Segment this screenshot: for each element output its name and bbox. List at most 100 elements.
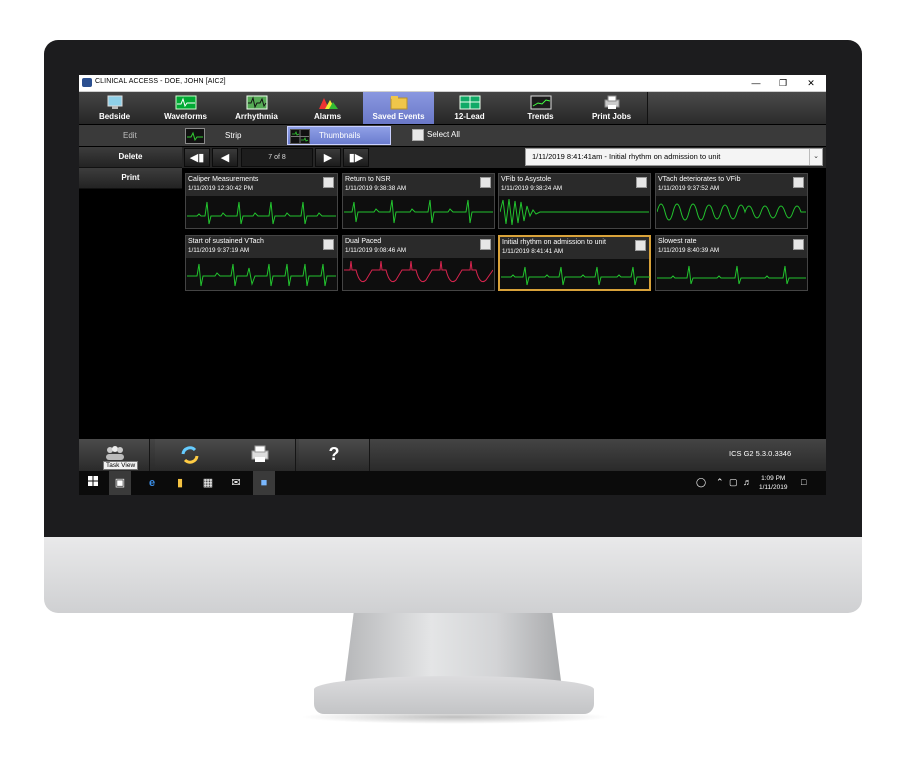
event-thumbnail[interactable]: Caliper Measurements 1/11/2019 12:30:42 P… [185,173,338,229]
toolbar-label: Print Jobs [591,112,632,121]
twelve-lead-icon [459,95,481,110]
event-thumbnail[interactable]: Dual Paced 1/11/2019 9:08:46 AM [342,235,495,291]
waveforms-icon [175,95,197,110]
file-explorer-button[interactable]: ▮ [169,471,191,495]
event-checkbox[interactable] [323,239,334,250]
network-icon[interactable]: ▢ [729,477,738,488]
ecg-waveform [657,265,806,285]
edge-browser-button[interactable]: e [141,471,163,495]
monitor-base [314,676,594,714]
minimize-button[interactable]: — [745,76,767,90]
event-title: VFib to Asystole [501,176,552,183]
event-thumbnail[interactable]: VFib to Asystole 1/11/2019 9:38:24 AM [498,173,651,229]
switch-button[interactable] [155,439,226,471]
toolbar-saved-events[interactable]: Saved Events [363,92,435,124]
thumbnails-icon [290,129,310,144]
clinical-access-taskbar-button[interactable]: ■ [253,471,275,495]
trends-icon [530,95,552,110]
print-jobs-button[interactable] [225,439,296,471]
folder-icon [390,96,408,110]
event-time: 1/11/2019 9:08:46 AM [345,247,407,254]
start-button[interactable] [82,471,104,495]
window-title: CLINICAL ACCESS - DOE, JOHN [AIC2] [95,78,226,85]
ecg-waveform [657,203,806,221]
toolbar-print-jobs[interactable]: Print Jobs [576,92,648,124]
thumbnails-view-button[interactable]: Thumbnails [287,126,391,145]
taskbar-clock[interactable]: 1:09 PM 1/11/2019 [759,474,787,492]
event-checkbox[interactable] [793,239,804,250]
chevron-up-icon[interactable]: ⌃ [716,477,724,488]
strip-view-button[interactable]: Strip [225,131,241,140]
monitor-icon [107,95,123,109]
volume-icon[interactable]: ♬ [743,477,752,487]
previous-page-button[interactable]: ◀ [212,148,238,167]
toolbar-label: 12-Lead [454,112,485,121]
first-page-button[interactable]: ◀▮ [184,148,210,167]
toolbar-arrhythmia[interactable]: Arrhythmia [221,92,293,124]
event-select-value: 1/11/2019 8:41:41am - Initial rhythm on … [532,152,721,161]
screen: CLINICAL ACCESS - DOE, JOHN [AIC2] — ❐ ✕… [79,75,826,495]
event-checkbox[interactable] [480,239,491,250]
event-thumbnail[interactable]: VTach deteriorates to VFib 1/11/2019 9:37… [655,173,808,229]
toolbar-trends[interactable]: Trends [505,92,577,124]
clock-date: 1/11/2019 [759,484,788,491]
event-time: 1/11/2019 9:38:38 AM [345,185,407,192]
close-button[interactable]: ✕ [800,76,822,90]
refresh-icon [181,446,199,464]
printer-icon [251,445,269,462]
help-button[interactable]: ? [299,439,370,471]
toolbar-12-lead[interactable]: 12-Lead [434,92,506,124]
select-all-checkbox[interactable] [412,129,424,141]
monitor-chin [44,537,862,613]
event-thumbnail[interactable]: Return to NSR 1/11/2019 9:38:38 AM [342,173,495,229]
ecg-waveform [187,201,336,225]
ecg-waveform [344,260,493,283]
monitor-neck [345,613,561,681]
task-view-taskbar-button[interactable]: ▣ [109,471,131,495]
people-tray-icon[interactable]: ◯ [696,477,706,488]
printer-icon [604,95,620,109]
ecg-waveform [187,263,336,287]
store-icon: ▦ [202,477,214,489]
last-page-icon: ▮▶ [348,152,364,164]
print-button[interactable]: Print [79,168,182,189]
event-thumbnail[interactable]: Slowest rate 1/11/2019 8:40:39 AM [655,235,808,291]
event-checkbox[interactable] [480,177,491,188]
task-view-icon: ▣ [114,477,126,489]
delete-button[interactable]: Delete [79,147,182,168]
ecg-trace [344,260,493,283]
folder-icon: ▮ [176,477,184,489]
event-checkbox[interactable] [793,177,804,188]
select-all-label: Select All [427,130,460,139]
chevron-down-icon[interactable]: ⌄ [809,149,822,165]
event-title: Start of sustained VTach [188,238,264,245]
mail-icon: ✉ [231,477,241,489]
toolbar-label: Saved Events [372,112,425,121]
event-checkbox[interactable] [636,177,647,188]
next-page-button[interactable]: ▶ [315,148,341,167]
event-checkbox[interactable] [323,177,334,188]
ecg-trace [657,203,806,221]
thumbnail-header: VTach deteriorates to VFib 1/11/2019 9:37… [656,174,807,196]
toolbar-label: Trends [527,112,554,121]
last-page-button[interactable]: ▮▶ [343,148,369,167]
thumbnail-header: Caliper Measurements 1/11/2019 12:30:42 P… [186,174,337,196]
toolbar-waveforms[interactable]: Waveforms [150,92,222,124]
toolbar-label: Bedside [98,112,131,121]
event-thumbnail[interactable]: Start of sustained VTach 1/11/2019 9:37:1… [185,235,338,291]
toolbar-alarms[interactable]: Alarms [292,92,364,124]
event-title: Dual Paced [345,238,382,245]
strip-icon[interactable] [185,128,205,144]
notification-icon[interactable]: □ [801,477,806,487]
store-button[interactable]: ▦ [197,471,219,495]
mail-button[interactable]: ✉ [225,471,247,495]
toolbar-bedside[interactable]: Bedside [79,92,151,124]
restore-button[interactable]: ❐ [772,76,794,90]
event-thumbnail[interactable]: Initial rhythm on admission to unit 1/11/… [498,235,651,291]
app-icon: ■ [260,477,268,489]
event-select[interactable]: 1/11/2019 8:41:41am - Initial rhythm on … [525,148,823,166]
task-view-tooltip: Task View [103,461,139,470]
event-checkbox[interactable] [635,240,646,251]
edit-label[interactable]: Edit [123,131,137,140]
thumbnail-header: VFib to Asystole 1/11/2019 9:38:24 AM [499,174,650,196]
